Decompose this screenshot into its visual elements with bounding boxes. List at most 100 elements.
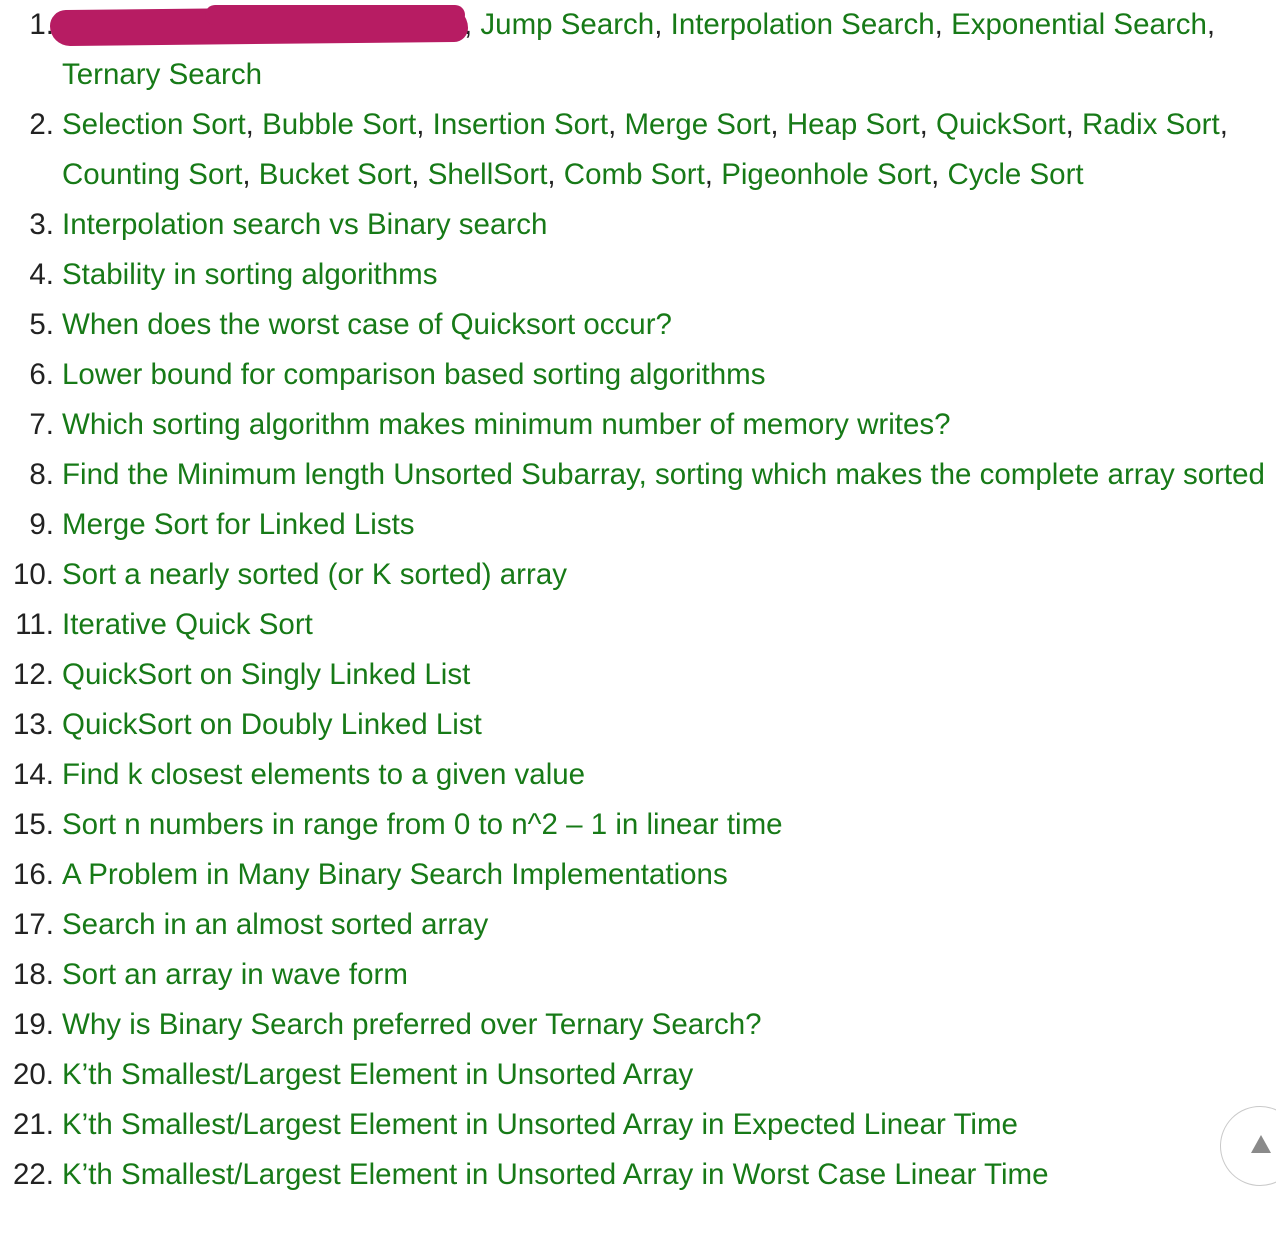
- list-item-number: 14.: [12, 758, 54, 791]
- list-item: 9. Merge Sort for Linked Lists: [0, 500, 1276, 550]
- link-separator: ,: [704, 158, 722, 191]
- article-link[interactable]: Why is Binary Search preferred over Tern…: [62, 1008, 762, 1041]
- list-item-links: Find the Minimum length Unsorted Subarra…: [62, 458, 1265, 491]
- link-separator: ,: [654, 8, 671, 41]
- article-link[interactable]: Interpolation search vs Binary search: [62, 208, 547, 241]
- list-item-links: Find k closest elements to a given value: [62, 758, 585, 791]
- article-link[interactable]: Comb Sort: [564, 158, 705, 191]
- article-link[interactable]: Lower bound for comparison based sorting…: [62, 358, 765, 391]
- list-item: 13. QuickSort on Doubly Linked List: [0, 700, 1276, 750]
- list-item-links: Selection Sort, Bubble Sort, Insertion S…: [62, 108, 1228, 191]
- article-link[interactable]: K’th Smallest/Largest Element in Unsorte…: [62, 1058, 693, 1091]
- link-separator: ,: [931, 158, 948, 191]
- redaction-mark: [205, 5, 465, 25]
- list-item-number: 3.: [29, 208, 54, 241]
- list-item-number: 9.: [29, 508, 54, 541]
- article-link[interactable]: Insertion Sort: [433, 108, 608, 141]
- article-link[interactable]: Stability in sorting algorithms: [62, 258, 437, 291]
- list-item-links: Why is Binary Search preferred over Tern…: [62, 1008, 762, 1041]
- list-item-number: 15.: [12, 808, 54, 841]
- link-separator: ,: [1065, 108, 1082, 141]
- article-link-list: 1., Jump Search, Interpolation Search, E…: [0, 0, 1276, 1200]
- link-separator: ,: [242, 158, 259, 191]
- link-separator: ,: [411, 158, 428, 191]
- list-item-links: A Problem in Many Binary Search Implemen…: [62, 858, 728, 891]
- arrow-up-icon: [1251, 1135, 1271, 1153]
- list-item: 3. Interpolation search vs Binary search: [0, 200, 1276, 250]
- list-item: 21. K’th Smallest/Largest Element in Unso…: [0, 1100, 1276, 1150]
- article-link[interactable]: Heap Sort: [787, 108, 920, 141]
- link-separator: ,: [416, 108, 433, 141]
- list-item-number: 5.: [29, 308, 54, 341]
- article-link[interactable]: QuickSort on Singly Linked List: [62, 658, 470, 691]
- list-item: 22. K’th Smallest/Largest Element in Unso…: [0, 1150, 1276, 1200]
- article-link[interactable]: Sort an array in wave form: [62, 958, 408, 991]
- list-item-links: Interpolation search vs Binary search: [62, 208, 547, 241]
- list-item-number: 10.: [12, 558, 54, 591]
- article-link[interactable]: Bucket Sort: [259, 158, 411, 191]
- article-link[interactable]: Radix Sort: [1082, 108, 1220, 141]
- article-link[interactable]: Exponential Search: [951, 8, 1207, 41]
- list-item: 6. Lower bound for comparison based sorti…: [0, 350, 1276, 400]
- list-item-links: Sort n numbers in range from 0 to n^2 – …: [62, 808, 783, 841]
- link-separator: ,: [919, 108, 937, 141]
- article-link[interactable]: Which sorting algorithm makes minimum nu…: [62, 408, 951, 441]
- article-link[interactable]: Bubble Sort: [262, 108, 416, 141]
- list-item-number: 12.: [12, 658, 54, 691]
- list-item-number: 17.: [12, 908, 54, 941]
- article-link[interactable]: Merge Sort: [624, 108, 770, 141]
- list-item-links: Sort an array in wave form: [62, 958, 408, 991]
- list-item: 17. Search in an almost sorted array: [0, 900, 1276, 950]
- list-item: 19. Why is Binary Search preferred over T…: [0, 1000, 1276, 1050]
- list-item: 8. Find the Minimum length Unsorted Subar…: [0, 450, 1276, 500]
- link-separator: ,: [547, 158, 564, 191]
- article-link[interactable]: Iterative Quick Sort: [62, 608, 313, 641]
- article-link[interactable]: A Problem in Many Binary Search Implemen…: [62, 858, 728, 891]
- list-item-links: K’th Smallest/Largest Element in Unsorte…: [62, 1058, 693, 1091]
- article-link[interactable]: Pigeonhole Sort: [721, 158, 931, 191]
- list-item-links: Iterative Quick Sort: [62, 608, 313, 641]
- article-link[interactable]: Merge Sort for Linked Lists: [62, 508, 415, 541]
- list-item: 15. Sort n numbers in range from 0 to n^2…: [0, 800, 1276, 850]
- list-item-number: 7.: [29, 408, 54, 441]
- article-link[interactable]: Sort n numbers in range from 0 to n^2 – …: [62, 808, 783, 841]
- list-item-number: 11.: [15, 608, 54, 641]
- article-link[interactable]: Cycle Sort: [948, 158, 1084, 191]
- article-link[interactable]: Jump Search: [480, 8, 654, 41]
- article-link[interactable]: K’th Smallest/Largest Element in Unsorte…: [62, 1108, 1018, 1141]
- article-link[interactable]: QuickSort: [936, 108, 1066, 141]
- article-link[interactable]: K’th Smallest/Largest Element in Unsorte…: [62, 1158, 1048, 1191]
- article-link[interactable]: QuickSort on Doubly Linked List: [62, 708, 482, 741]
- list-item-number: 13.: [12, 708, 54, 741]
- list-item-number: 19.: [12, 1008, 54, 1041]
- article-link[interactable]: Selection Sort: [62, 108, 246, 141]
- link-separator: ,: [608, 108, 625, 141]
- list-item-number: 21.: [12, 1108, 54, 1141]
- list-item-number: 22.: [12, 1158, 54, 1191]
- list-item-links: Merge Sort for Linked Lists: [62, 508, 415, 541]
- list-item-links: Sort a nearly sorted (or K sorted) array: [62, 558, 567, 591]
- article-link[interactable]: Find k closest elements to a given value: [62, 758, 585, 791]
- list-item: 18. Sort an array in wave form: [0, 950, 1276, 1000]
- list-item-number: 20.: [12, 1058, 54, 1091]
- article-link[interactable]: When does the worst case of Quicksort oc…: [62, 308, 672, 341]
- list-item-links: Search in an almost sorted array: [62, 908, 488, 941]
- article-link[interactable]: Interpolation Search: [671, 8, 935, 41]
- link-separator: ,: [770, 108, 787, 141]
- article-link[interactable]: Sort a nearly sorted (or K sorted) array: [62, 558, 567, 591]
- list-item: 16. A Problem in Many Binary Search Imple…: [0, 850, 1276, 900]
- link-separator: ,: [1219, 108, 1228, 141]
- list-item: 14. Find k closest elements to a given va…: [0, 750, 1276, 800]
- list-item: 11. Iterative Quick Sort: [0, 600, 1276, 650]
- article-link[interactable]: ShellSort: [428, 158, 548, 191]
- article-link[interactable]: Search in an almost sorted array: [62, 908, 488, 941]
- link-separator: ,: [1206, 8, 1216, 41]
- article-link[interactable]: Find the Minimum length Unsorted Subarra…: [62, 458, 1265, 491]
- list-item-number: 8.: [29, 458, 54, 491]
- article-link[interactable]: Ternary Search: [62, 58, 262, 91]
- link-separator: ,: [934, 8, 952, 41]
- list-item-number: 4.: [29, 258, 54, 291]
- article-link[interactable]: Counting Sort: [62, 158, 242, 191]
- list-item: 2. Selection Sort, Bubble Sort, Insertion…: [0, 100, 1276, 200]
- list-item: 7. Which sorting algorithm makes minimum …: [0, 400, 1276, 450]
